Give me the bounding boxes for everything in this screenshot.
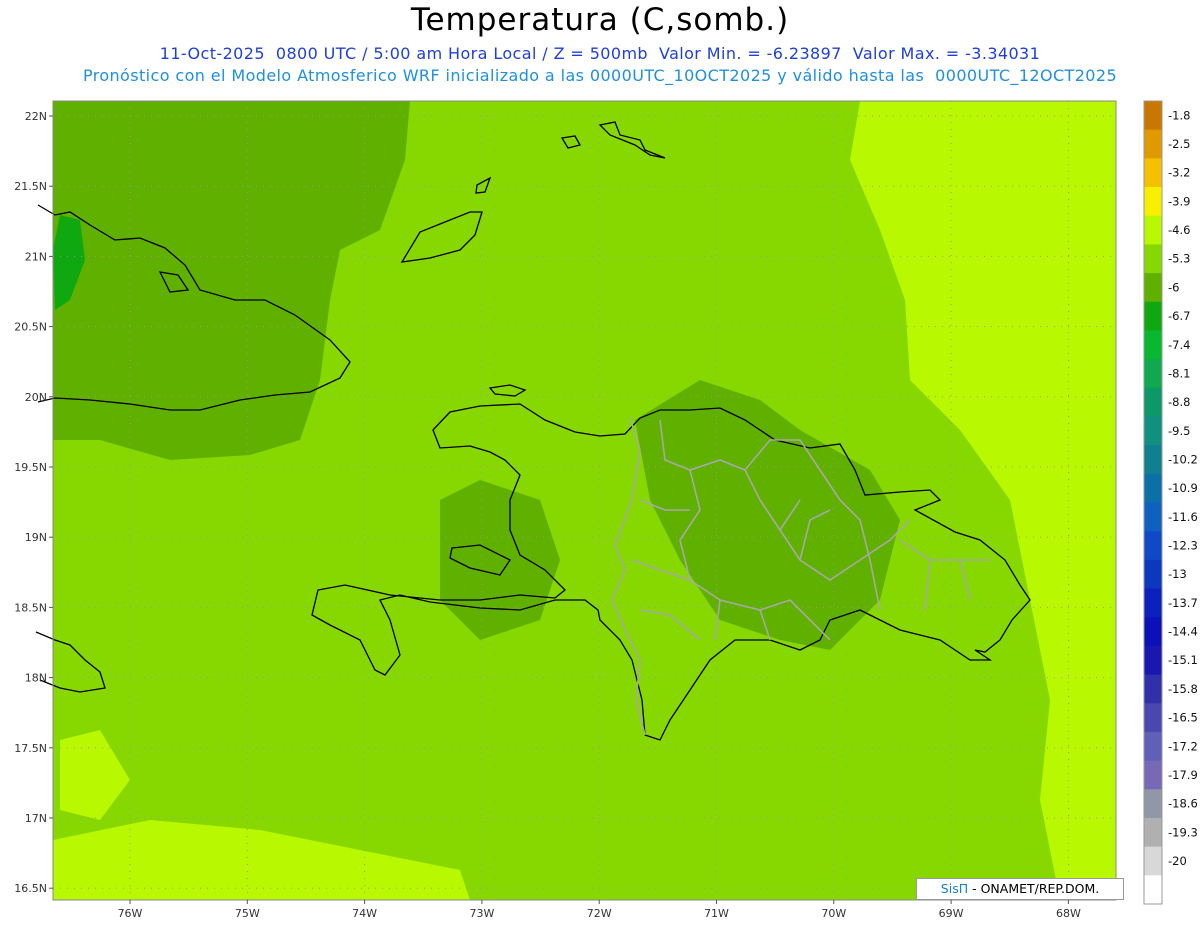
lon-tick-label: 69W bbox=[939, 907, 964, 920]
colorbar-swatch bbox=[1144, 101, 1162, 131]
lat-tick-label: 18N bbox=[25, 672, 47, 685]
colorbar-label: -6 bbox=[1168, 280, 1179, 294]
colorbar-label: -16.5 bbox=[1168, 711, 1198, 725]
colorbar-swatch bbox=[1144, 473, 1162, 503]
colorbar-swatch bbox=[1144, 301, 1162, 331]
colorbar-label: -5.3 bbox=[1168, 252, 1190, 266]
credit-text: - ONAMET/REP.DOM. bbox=[972, 881, 1100, 896]
colorbar-swatch bbox=[1144, 588, 1162, 618]
colorbar-swatch bbox=[1144, 731, 1162, 762]
lat-tick-label: 20.5N bbox=[14, 321, 47, 334]
colorbar-label: -15.1 bbox=[1168, 653, 1198, 667]
colorbar-swatch bbox=[1144, 645, 1162, 676]
lon-tick-label: 74W bbox=[352, 907, 377, 920]
lat-tick-label: 21.5N bbox=[14, 180, 47, 193]
colorbar-swatch bbox=[1144, 244, 1162, 274]
colorbar-label: -10.2 bbox=[1168, 452, 1198, 466]
lon-tick-label: 72W bbox=[587, 907, 612, 920]
colorbar-swatch bbox=[1144, 387, 1162, 417]
colorbar-swatch bbox=[1144, 129, 1162, 159]
longitude-axis: 76W 75W 74W 73W 72W 71W 70W 69W 68W bbox=[118, 900, 1081, 920]
lon-tick-label: 70W bbox=[821, 907, 846, 920]
colorbar-label: -9.5 bbox=[1168, 424, 1190, 438]
colorbar-swatch bbox=[1144, 846, 1162, 876]
colorbar-label: -13 bbox=[1168, 567, 1187, 581]
lon-tick-label: 76W bbox=[118, 907, 143, 920]
lat-tick-label: 18.5N bbox=[14, 601, 47, 614]
colorbar-label: -17.2 bbox=[1168, 739, 1198, 753]
latitude-axis: 22N 21.5N 21N 20.5N 20N 19.5N 19N 18.5N 18N 17.5N… bbox=[14, 110, 53, 895]
colorbar-label: -2.5 bbox=[1168, 137, 1190, 151]
lat-tick-label: 17N bbox=[25, 812, 47, 825]
colorbar-swatch bbox=[1144, 617, 1162, 647]
lat-tick-label: 19.5N bbox=[14, 461, 47, 474]
colorbar-swatch bbox=[1144, 215, 1162, 245]
temperature-field bbox=[53, 101, 1116, 900]
colorbar-swatch bbox=[1144, 789, 1162, 819]
colorbar-swatch bbox=[1144, 760, 1162, 790]
colorbar-swatch bbox=[1144, 817, 1162, 848]
colorbar-label: -10.9 bbox=[1168, 481, 1198, 495]
colorbar-swatch bbox=[1144, 187, 1162, 217]
colorbar-label: -17.9 bbox=[1168, 768, 1198, 782]
colorbar-label: -19.3 bbox=[1168, 825, 1198, 839]
colorbar-swatch bbox=[1144, 875, 1162, 905]
colorbar-label: -11.6 bbox=[1168, 510, 1198, 524]
colorbar-label: -14.4 bbox=[1168, 625, 1198, 639]
credit-box: SisΠ - ONAMET/REP.DOM. bbox=[916, 878, 1124, 900]
colorbar-swatch bbox=[1144, 674, 1162, 704]
temperature-map: 22N 21.5N 21N 20.5N 20N 19.5N 19N 18.5N 18N 17.5N… bbox=[14, 100, 1198, 920]
lat-tick-label: 22N bbox=[25, 110, 47, 123]
colorbar-swatch bbox=[1144, 416, 1162, 446]
lat-tick-label: 20N bbox=[25, 391, 47, 404]
colorbar-swatch bbox=[1144, 559, 1162, 590]
colorbar-swatch bbox=[1144, 273, 1162, 303]
colorbar-label: -20 bbox=[1168, 854, 1187, 868]
colorbar-label: -1.8 bbox=[1168, 108, 1190, 122]
colorbar-swatch bbox=[1144, 359, 1162, 389]
colorbar-swatch bbox=[1144, 703, 1162, 733]
colorbar-swatch bbox=[1144, 330, 1162, 360]
colorbar-swatch bbox=[1144, 158, 1162, 188]
lon-tick-label: 68W bbox=[1056, 907, 1081, 920]
colorbar-label: -3.2 bbox=[1168, 166, 1190, 180]
lat-tick-label: 21N bbox=[25, 250, 47, 263]
colorbar-label: -6.7 bbox=[1168, 309, 1190, 323]
credit-brand: SisΠ bbox=[940, 881, 969, 896]
colorbar-swatch bbox=[1144, 531, 1162, 561]
colorbar-swatch bbox=[1144, 445, 1162, 475]
lat-tick-label: 16.5N bbox=[14, 882, 47, 895]
lon-tick-label: 75W bbox=[235, 907, 260, 920]
lat-tick-label: 19N bbox=[25, 531, 47, 544]
colorbar-swatch bbox=[1144, 502, 1162, 532]
colorbar-label: -4.6 bbox=[1168, 223, 1190, 237]
colorbar-label: -12.3 bbox=[1168, 539, 1198, 553]
colorbar-label: -18.6 bbox=[1168, 797, 1198, 811]
colorbar: -1.8 -2.5 -3.2 -3.9 -4.6 -5.3 -6 -6.7 -7.4 -8.1 -8… bbox=[1143, 100, 1198, 905]
lat-tick-label: 17.5N bbox=[14, 742, 47, 755]
colorbar-label: -8.8 bbox=[1168, 395, 1190, 409]
lon-tick-label: 71W bbox=[704, 907, 729, 920]
colorbar-label: -8.1 bbox=[1168, 366, 1190, 380]
colorbar-label: -13.7 bbox=[1168, 596, 1198, 610]
lon-tick-label: 73W bbox=[469, 907, 494, 920]
colorbar-label: -7.4 bbox=[1168, 338, 1190, 352]
colorbar-label: -15.8 bbox=[1168, 682, 1198, 696]
colorbar-label: -3.9 bbox=[1168, 194, 1190, 208]
